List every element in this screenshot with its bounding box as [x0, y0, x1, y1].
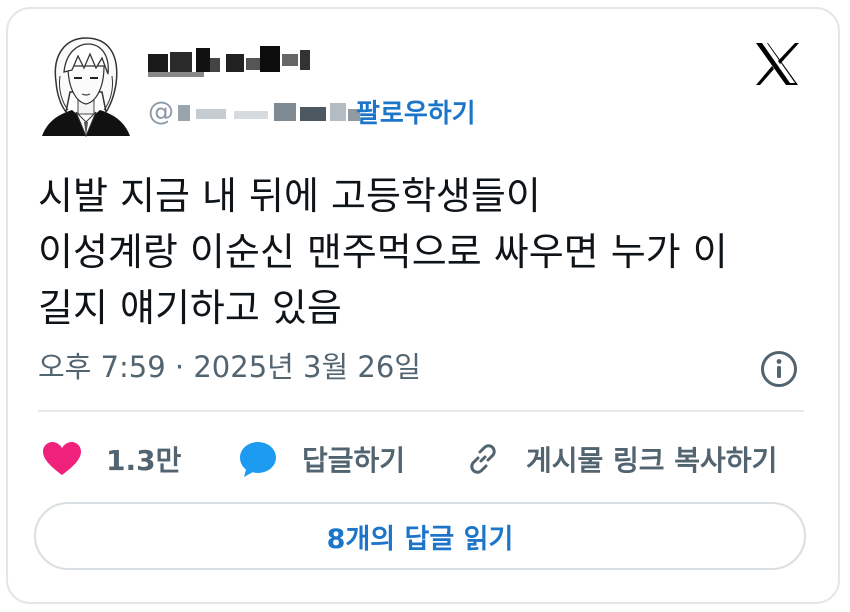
timestamp[interactable]: 오후 7:59 · 2025년 3월 26일: [38, 344, 421, 386]
reply-button[interactable]: 답글하기: [238, 437, 405, 481]
follow-button[interactable]: 팔로우하기: [356, 93, 476, 130]
tweet-line: 길지 얘기하고 있음: [38, 286, 342, 330]
tweet-line: 시발 지금 내 뒤에 고등학생들이: [38, 174, 541, 218]
display-name-redacted: [148, 46, 310, 77]
reply-label: 답글하기: [302, 444, 406, 477]
avatar[interactable]: [38, 32, 134, 140]
copy-link-label: 게시물 링크 복사하기: [526, 444, 778, 477]
tweet-line: 이성계랑 이순신 맨주먹으로 싸우면 누가 이: [38, 230, 728, 274]
like-count: 1.3만: [106, 444, 182, 477]
user-handle[interactable]: @: [148, 92, 362, 132]
tweet-text: 시발 지금 내 뒤에 고등학생들이 이성계랑 이순신 맨주먹으로 싸우면 누가 …: [38, 168, 828, 336]
handle-prefix: @: [148, 97, 174, 127]
read-replies-label: 8개의 답글 읽기: [326, 523, 514, 555]
action-bar: 1.3만 답글하기 게시물 링크 복사하기: [0, 437, 850, 481]
divider: [38, 410, 804, 412]
like-button[interactable]: 1.3만: [42, 437, 181, 481]
heart-icon: [43, 442, 81, 475]
link-icon: [470, 444, 496, 474]
handle-redacted: [178, 103, 360, 121]
info-icon[interactable]: [760, 350, 798, 388]
reply-bubble-icon: [240, 442, 276, 477]
read-replies-button[interactable]: 8개의 답글 읽기: [34, 502, 806, 570]
copy-link-button[interactable]: 게시물 링크 복사하기: [464, 437, 777, 481]
x-logo-icon[interactable]: [753, 40, 801, 88]
